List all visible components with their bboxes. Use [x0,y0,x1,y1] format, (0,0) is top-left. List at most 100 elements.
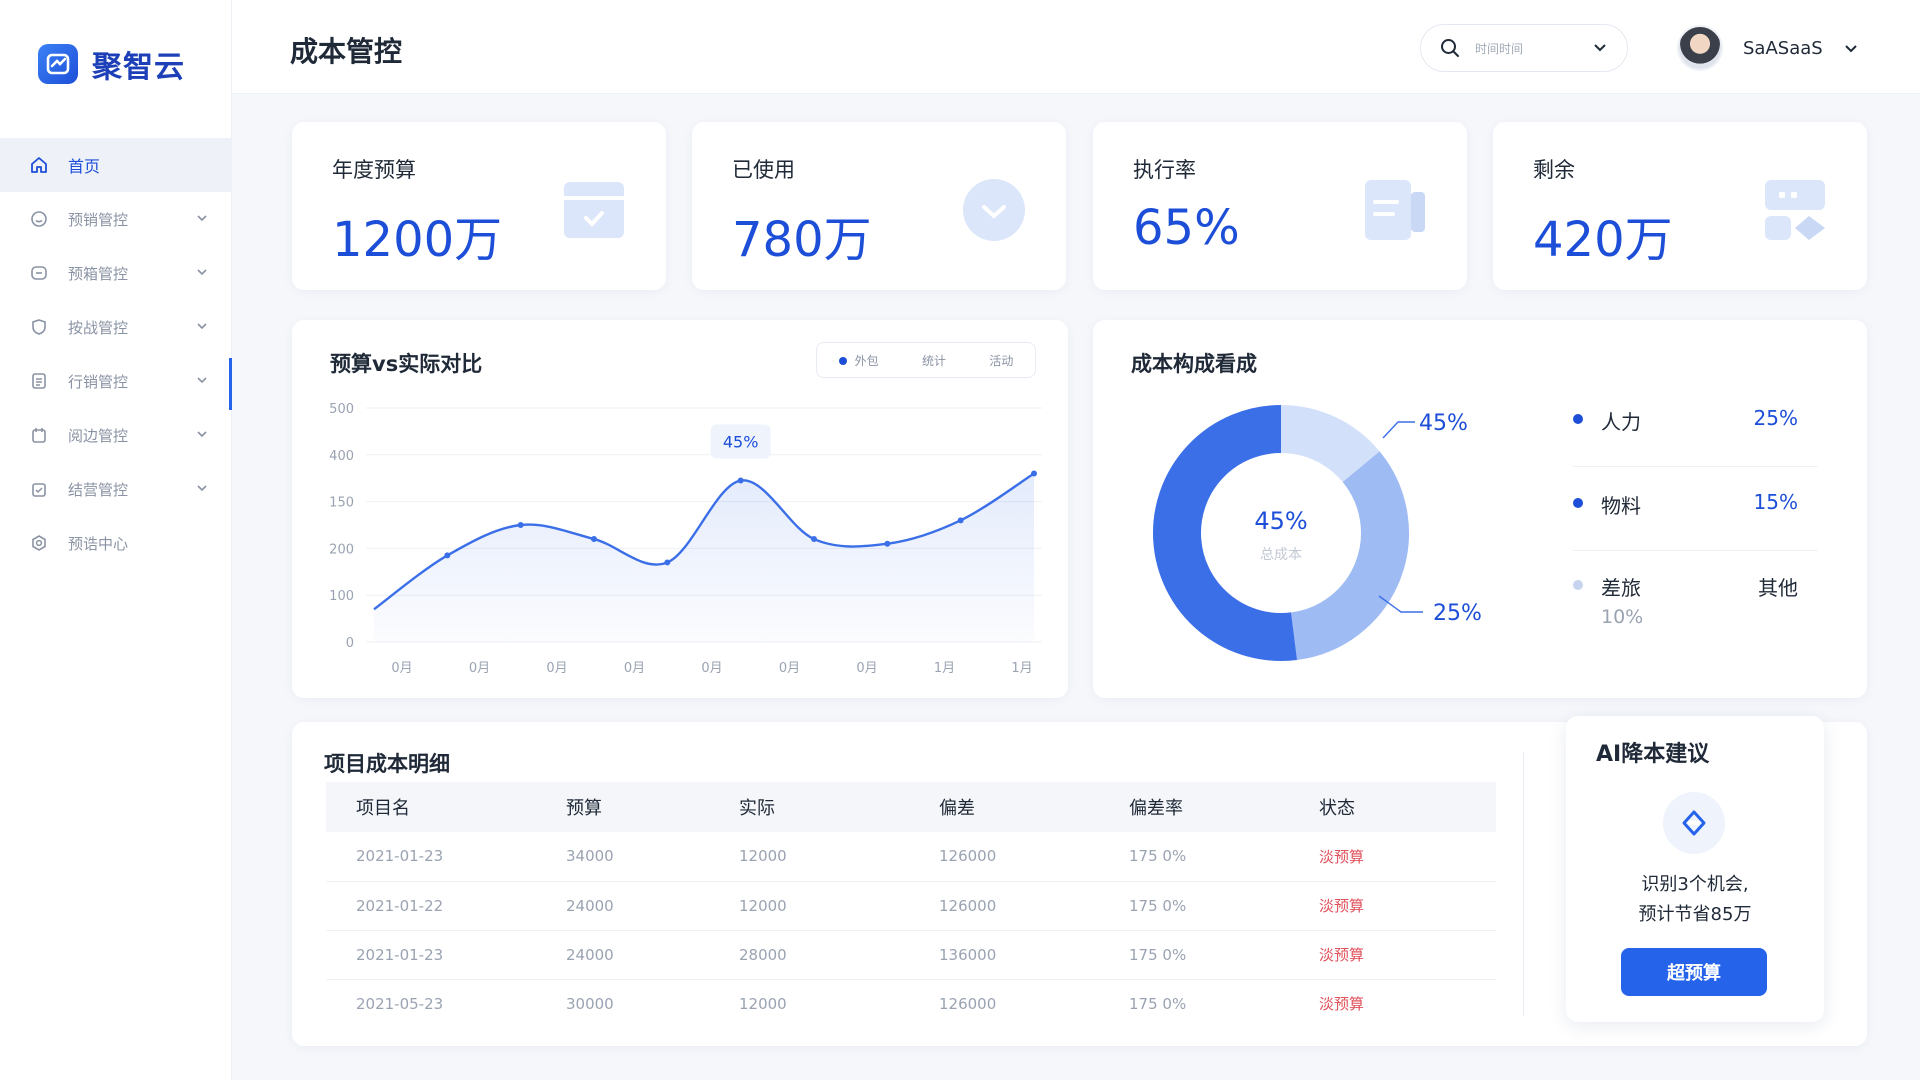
ai-card-title: AI降本建议 [1596,742,1710,767]
annotation-label: 45% [723,433,759,452]
ai-line: 识别3个机会, [1641,874,1749,895]
sidebar-item-1[interactable]: 预销管控 [0,192,231,246]
x-tick-label: 1月 [1011,661,1032,676]
data-point [591,536,597,543]
callout-line [1382,421,1415,439]
table-cell: 126000 [939,994,997,1013]
legend-dot [1573,498,1583,508]
composition-name: 物料 [1601,494,1641,518]
table-cell: 136000 [909,930,1099,980]
status-badge: 淡预算 [1289,832,1496,882]
stat-card-rate: 执行率 65% [1093,122,1467,290]
ai-line: 预计节省85万 [1638,904,1752,925]
sidebar-item-label: 按战管控 [68,318,129,337]
table-cell: 28000 [709,930,909,980]
table-row[interactable]: 2021-05-23 30000 12000 126000 175 0% 淡预算 [326,979,1496,1028]
sidebar-item-home[interactable]: 首页 [0,138,231,192]
cost-composition-panel: 成本构成看成 45% 总成本 45% 25% 人力 25% 物料 15% 差旅 其他 … [1093,320,1867,698]
table-cell: 175 0% [1099,832,1289,882]
column-header[interactable]: 偏差 [909,782,1099,832]
composition-item: 人力 25% [1573,396,1798,446]
table-header-row: 项目名 预算 实际 偏差 偏差率 状态 [326,782,1496,832]
legend-dot [1573,580,1583,590]
chevron-down-icon [197,485,207,492]
sidebar-item-label: 结营管控 [68,480,129,499]
chevron-down-icon[interactable] [1843,40,1859,56]
box-icon [28,262,50,284]
column-header[interactable]: 项目名 [326,782,536,832]
circle-check-icon [963,179,1025,241]
top-bar: 成本管控 时间时间 SaASaaS [232,0,1920,94]
x-tick-label: 1月 [934,661,955,676]
search-input[interactable]: 时间时间 [1420,24,1628,72]
card-check-icon [564,182,624,238]
status-badge: 淡预算 [1289,881,1496,931]
search-icon [1441,39,1459,57]
donut-center-label: 总成本 [1260,547,1302,563]
column-header[interactable]: 状态 [1289,782,1496,832]
ai-sparkle-icon [1663,792,1725,854]
column-header[interactable]: 预算 [536,782,709,832]
trend-chart: 0 100 200 150 400 500 0月 0月 0月 0月 0月 0月 0月 1月 1月 45% [329,402,1042,676]
table-cell: 2021-01-22 [326,881,536,931]
donut-slice [1280,405,1380,483]
callout-label: 25% [1433,601,1482,626]
brand-logo[interactable]: 聚智云 [38,42,185,86]
composition-sub-value: 10% [1601,606,1644,628]
table-cell: 34000 [536,832,709,882]
logo-icon [38,44,78,84]
table-row[interactable]: 2021-01-23 34000 12000 126000 175 0% 淡预算 [326,832,1496,882]
data-point [1031,470,1037,477]
sidebar-item-4[interactable]: 行销管控 [0,354,231,408]
sidebar-item-2[interactable]: 预箱管控 [0,246,231,300]
x-tick-label: 0月 [701,661,722,676]
data-point [957,517,964,524]
table-row[interactable]: 2021-01-23 24000 28000 136000 175 0% 淡预算 [326,930,1496,980]
composition-value: 其他 [1758,576,1798,600]
stat-label: 剩余 [1533,158,1575,182]
composition-name: 差旅 [1601,576,1641,600]
avatar[interactable] [1677,25,1723,71]
y-tick-label: 150 [329,496,354,511]
data-point [517,522,524,528]
y-tick-label: 500 [329,402,354,417]
x-tick-label: 0月 [469,661,490,676]
column-header[interactable]: 偏差率 [1099,782,1289,832]
user-name: SaASaaS [1743,37,1823,59]
table-cell: 2021-01-23 [326,930,536,980]
composition-item: 差旅 其他 10% [1573,562,1798,642]
over-budget-button[interactable]: 超预算 [1621,948,1767,996]
y-tick-label: 0 [346,636,354,651]
chevron-down-icon [197,377,207,384]
divider [1523,752,1524,1016]
x-tick-label: 0月 [391,661,412,676]
sidebar: 聚智云 首页 预销管控 预箱管控 按战管控 行销管控 阅边管控 结营管控 预诰中… [0,0,232,1080]
sidebar-nav: 首页 预销管控 预箱管控 按战管控 行销管控 阅边管控 结营管控 预诰中心 [0,138,231,570]
legend-dot [1573,414,1583,424]
y-tick-label: 100 [329,589,354,604]
sidebar-item-label: 首页 [68,157,101,176]
chevron-down-icon[interactable] [1591,39,1609,57]
donut-chart: 45% 总成本 45% 25% [1153,405,1482,661]
stat-card-budget: 年度预算 1200万 [292,122,666,290]
chevron-down-icon [197,323,207,330]
stat-value: 65% [1133,200,1240,256]
x-tick-label: 0月 [546,661,567,676]
sidebar-item-3[interactable]: 按战管控 [0,300,231,354]
table-cell: 175 0% [1099,881,1289,931]
sidebar-item-7[interactable]: 预诰中心 [0,516,231,570]
column-header[interactable]: 实际 [709,782,909,832]
y-tick-label: 400 [329,449,354,464]
sidebar-item-6[interactable]: 结营管控 [0,462,231,516]
table-row[interactable]: 2021-01-22 24000 12000 126000 175 0% 淡预算 [326,881,1496,931]
sidebar-item-5[interactable]: 阅边管控 [0,408,231,462]
sidebar-item-label: 阅边管控 [68,426,129,445]
search-placeholder: 时间时间 [1475,41,1524,56]
data-point [737,477,744,484]
stat-value: 780万 [732,212,872,268]
stat-label: 执行率 [1133,158,1196,182]
y-tick-label: 200 [329,542,354,557]
shield-icon [28,316,50,338]
user-menu[interactable]: SaASaaS [1677,24,1859,72]
budget-vs-actual-panel: 预算vs实际对比 外包 统计 活动 0 100 200 150 400 500 0月 0月 0月… [292,320,1068,698]
